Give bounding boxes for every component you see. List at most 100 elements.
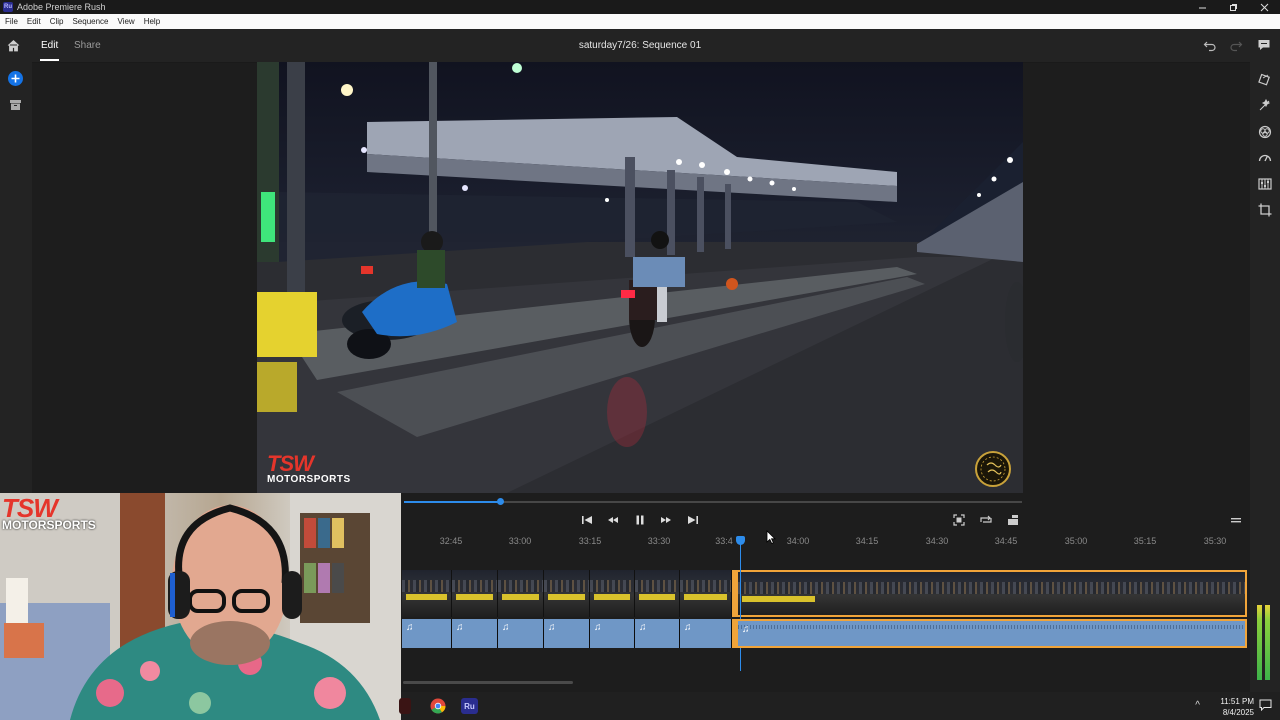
seal-icon — [980, 456, 1006, 482]
ruler-tick: 34:45 — [994, 536, 1018, 546]
video-clip[interactable] — [544, 570, 590, 617]
video-clip[interactable] — [452, 570, 498, 617]
ruler-tick: 32:45 — [439, 536, 463, 546]
ruler-tick: 33:4 — [715, 536, 733, 546]
go-to-end-icon[interactable] — [686, 513, 700, 527]
windows-taskbar: Ru ^ 11:51 PM 8/4/2025 — [399, 692, 1280, 720]
taskbar-app-icon[interactable] — [399, 698, 411, 714]
step-back-icon[interactable] — [606, 513, 620, 527]
webcam-motorsports-text: MOTORSPORTS — [2, 518, 96, 532]
music-note-icon: ♫ — [594, 622, 602, 633]
undo-icon[interactable] — [1203, 38, 1217, 52]
music-note-icon: ♫ — [639, 622, 647, 633]
webcam-overlay: TSW MOTORSPORTS — [0, 493, 401, 720]
color-icon[interactable] — [1257, 124, 1273, 140]
menu-view[interactable]: View — [118, 17, 135, 26]
chrome-icon[interactable] — [430, 698, 446, 714]
ruler-tick: 34:00 — [786, 536, 810, 546]
notification-icon[interactable] — [1259, 699, 1272, 711]
audio-clip[interactable]: ♫ — [635, 619, 680, 648]
music-note-icon: ♫ — [684, 622, 692, 633]
loop-icon[interactable] — [979, 513, 993, 527]
window-title: Adobe Premiere Rush — [17, 2, 106, 12]
crop-icon[interactable] — [1257, 202, 1273, 218]
effects-icon[interactable] — [1257, 98, 1273, 114]
menu-help[interactable]: Help — [144, 17, 160, 26]
audio-icon[interactable] — [1257, 176, 1273, 192]
audio-clip[interactable]: ♫ — [452, 619, 498, 648]
comment-icon[interactable] — [1257, 38, 1271, 52]
app-header: Edit Share saturday7/26: Sequence 01 — [0, 29, 1280, 63]
panel-menu-icon[interactable] — [1229, 513, 1243, 527]
music-note-icon: ♫ — [456, 622, 464, 633]
taskbar-clock[interactable]: 11:51 PM 8/4/2025 — [1220, 696, 1254, 718]
video-track — [402, 570, 1247, 617]
timeline-horizontal-scrollbar[interactable] — [403, 681, 573, 684]
video-clip[interactable] — [635, 570, 680, 617]
redo-icon[interactable] — [1229, 38, 1243, 52]
restore-button[interactable] — [1218, 0, 1249, 14]
video-clip[interactable] — [590, 570, 635, 617]
menu-bar: File Edit Clip Sequence View Help — [0, 14, 1280, 29]
close-icon — [1260, 3, 1269, 11]
watermark-tsw-text: TSW — [267, 451, 314, 476]
ruler-tick: 33:00 — [508, 536, 532, 546]
app-icon: Ru — [3, 2, 13, 12]
fullscreen-icon[interactable] — [952, 513, 966, 527]
layout-icon[interactable] — [1006, 513, 1020, 527]
close-button[interactable] — [1249, 0, 1280, 14]
audio-meter-left — [1257, 605, 1262, 680]
menu-file[interactable]: File — [5, 17, 18, 26]
preview-scrubber-handle[interactable] — [496, 498, 504, 505]
watermark-logo: TSW MOTORSPORTS — [267, 453, 351, 485]
window-titlebar: Ru Adobe Premiere Rush — [0, 0, 1280, 14]
add-media-button[interactable] — [8, 71, 23, 86]
ruler-tick: 33:30 — [647, 536, 671, 546]
pause-icon[interactable] — [633, 513, 647, 527]
audio-meter-right — [1265, 605, 1270, 680]
video-clip[interactable] — [680, 570, 732, 617]
right-rail — [1250, 62, 1280, 692]
transitions-icon[interactable] — [1257, 72, 1273, 88]
audio-clip[interactable]: ♫ — [402, 619, 452, 648]
video-preview[interactable]: TSW MOTORSPORTS — [257, 62, 1023, 493]
timeline-playhead-line — [740, 543, 741, 671]
timeline-playhead-handle[interactable] — [736, 536, 745, 545]
music-note-icon: ♫ — [406, 622, 414, 633]
speed-icon[interactable] — [1257, 150, 1273, 166]
step-forward-icon[interactable] — [659, 513, 673, 527]
video-clip[interactable] — [402, 570, 452, 617]
tray-chevron-icon[interactable]: ^ — [1195, 700, 1200, 711]
ruler-tick: 34:15 — [855, 536, 879, 546]
clock-time: 11:51 PM — [1220, 697, 1254, 706]
ruler-tick: 35:30 — [1203, 536, 1227, 546]
ruler-tick: 35:15 — [1133, 536, 1157, 546]
music-note-icon: ♫ — [742, 624, 750, 635]
project-assets-icon[interactable] — [9, 99, 22, 111]
mouse-cursor-icon — [766, 530, 776, 544]
preview-scrubber-progress — [404, 501, 500, 503]
timeline-ruler[interactable]: 32:45 33:00 33:15 33:30 33:4 34:00 34:15… — [404, 532, 1250, 550]
music-note-icon: ♫ — [548, 622, 556, 633]
audio-clip[interactable]: ♫ — [680, 619, 732, 648]
audio-clip-selected[interactable]: ♫ — [732, 619, 1247, 648]
menu-clip[interactable]: Clip — [50, 17, 64, 26]
audio-track: ♫ ♫ ♫ ♫ ♫ ♫ ♫ ♫ — [402, 619, 1247, 648]
audio-clip[interactable]: ♫ — [544, 619, 590, 648]
preview-scrubber[interactable] — [404, 498, 1022, 505]
premiere-rush-taskbar-icon[interactable]: Ru — [461, 698, 478, 714]
webcam-logo-overlay: TSW MOTORSPORTS — [2, 495, 96, 531]
preview-frame — [257, 62, 1023, 493]
add-media-icon — [11, 74, 20, 83]
menu-edit[interactable]: Edit — [27, 17, 41, 26]
video-clip-selected[interactable] — [732, 570, 1247, 617]
minimize-button[interactable] — [1187, 0, 1218, 14]
sequence-title: saturday7/26: Sequence 01 — [578, 40, 702, 51]
audio-clip[interactable]: ♫ — [590, 619, 635, 648]
menu-sequence[interactable]: Sequence — [72, 17, 108, 26]
ruler-tick: 34:30 — [925, 536, 949, 546]
audio-clip[interactable]: ♫ — [498, 619, 544, 648]
ruler-tick: 33:15 — [578, 536, 602, 546]
go-to-start-icon[interactable] — [580, 513, 594, 527]
video-clip[interactable] — [498, 570, 544, 617]
